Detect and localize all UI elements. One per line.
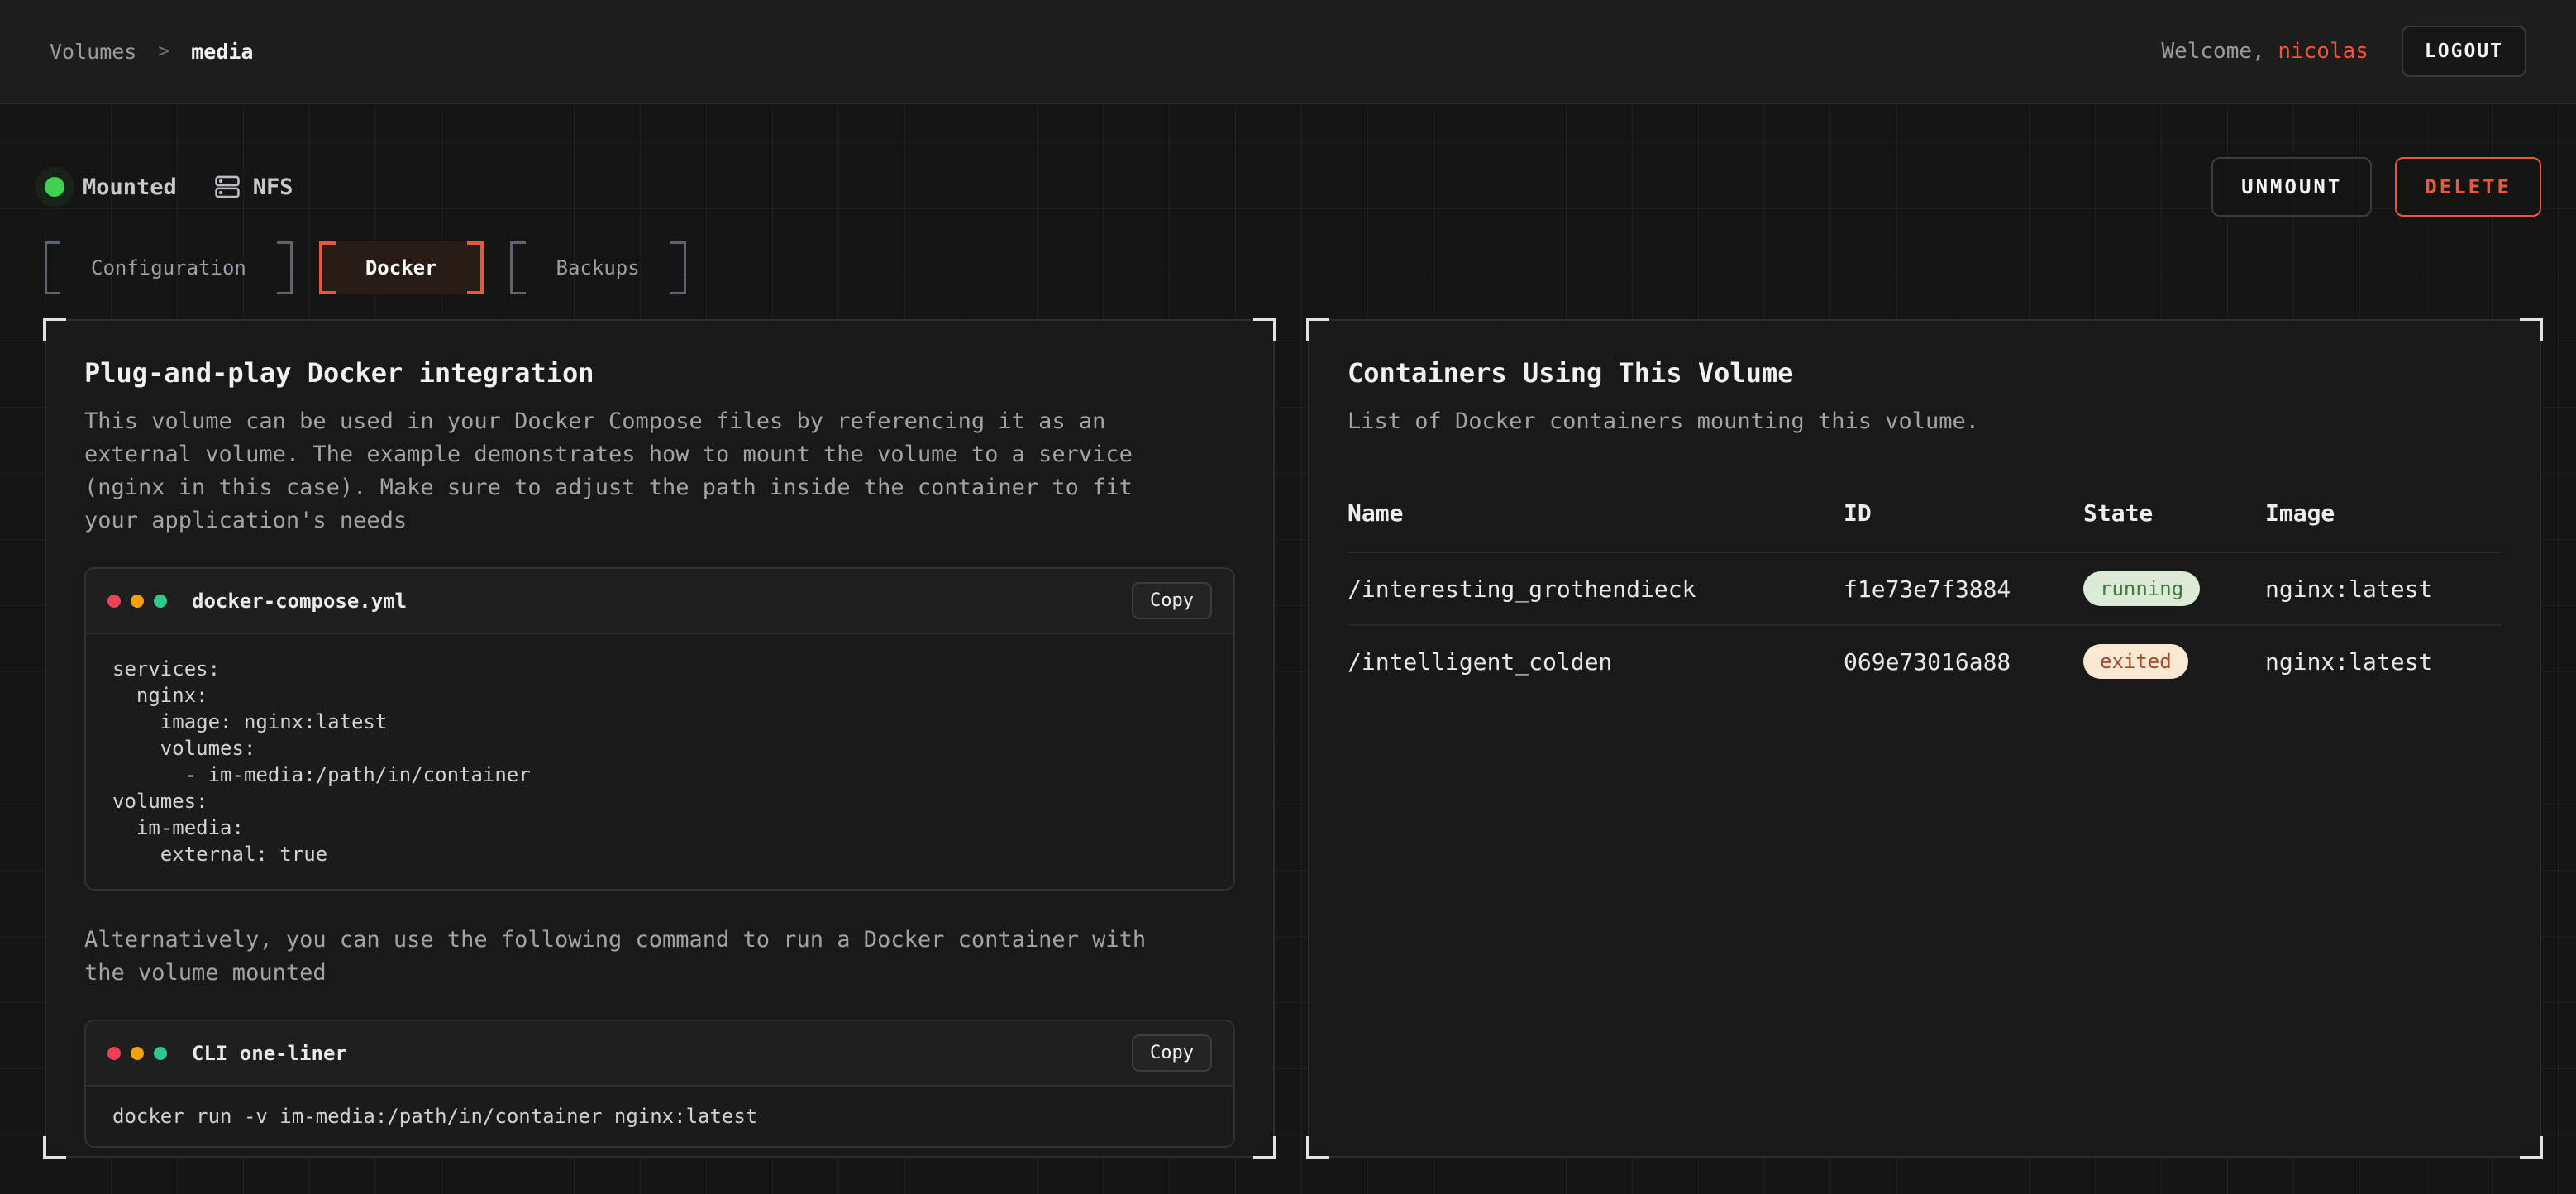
compose-code-header: docker-compose.yml Copy [86, 569, 1233, 634]
state-badge: exited [2083, 644, 2188, 679]
column-header-state: State [2083, 499, 2265, 527]
traffic-light-green-icon [154, 595, 167, 608]
corner-bracket-icon [43, 318, 66, 341]
cell-image: nginx:latest [2265, 576, 2502, 603]
topbar-right: Welcome, nicolas LOGOUT [2161, 26, 2526, 77]
table-row: /intelligent_colden 069e73016a88 exited … [1348, 626, 2502, 697]
containers-panel-subtitle: List of Docker containers mounting this … [1348, 405, 2455, 438]
breadcrumb-current-volume: media [191, 40, 253, 64]
docker-integration-panel: Plug-and-play Docker integration This vo… [45, 319, 1275, 1158]
compose-code-block: docker-compose.yml Copy services: nginx:… [84, 567, 1235, 891]
tab-configuration[interactable]: Configuration [45, 241, 293, 294]
traffic-light-red-icon [107, 595, 121, 608]
breadcrumb-volumes-link[interactable]: Volumes [50, 40, 136, 64]
docker-panel-description: This volume can be used in your Docker C… [84, 405, 1192, 537]
volume-action-buttons: UNMOUNT DELETE [2211, 157, 2541, 217]
traffic-light-amber-icon [131, 1047, 144, 1060]
containers-panel: Containers Using This Volume List of Doc… [1308, 319, 2541, 1158]
welcome-text: Welcome, nicolas [2161, 39, 2368, 64]
username: nicolas [2278, 39, 2368, 64]
corner-bracket-icon [1253, 318, 1276, 341]
cli-code-text: docker run -v im-media:/path/in/containe… [112, 1103, 1207, 1130]
cli-copy-button[interactable]: Copy [1132, 1034, 1212, 1072]
cell-state: running [2083, 571, 2265, 606]
corner-bracket-icon [43, 1136, 66, 1159]
volume-status: Mounted NFS [45, 173, 293, 201]
cell-name: /intelligent_colden [1348, 648, 1844, 676]
main-content: Mounted NFS UNMOUNT DELETE Configuration… [0, 104, 2576, 1194]
tab-docker[interactable]: Docker [319, 241, 484, 294]
compose-filename: docker-compose.yml [192, 590, 407, 613]
cli-code-header: CLI one-liner Copy [86, 1021, 1233, 1087]
cell-id: f1e73e7f3884 [1844, 576, 2083, 603]
compose-code-body: services: nginx: image: nginx:latest vol… [86, 634, 1233, 889]
column-header-id: ID [1844, 499, 2083, 527]
cli-code-body: docker run -v im-media:/path/in/containe… [86, 1087, 1233, 1146]
containers-panel-title: Containers Using This Volume [1348, 357, 2502, 389]
traffic-light-green-icon [154, 1047, 167, 1060]
containers-table: Name ID State Image /interesting_grothen… [1348, 480, 2502, 697]
logout-button[interactable]: LOGOUT [2402, 26, 2526, 77]
traffic-light-amber-icon [131, 595, 144, 608]
compose-code-text: services: nginx: image: nginx:latest vol… [112, 656, 1207, 867]
cell-name: /interesting_grothendieck [1348, 576, 1844, 603]
docker-panel-title: Plug-and-play Docker integration [84, 357, 1235, 389]
panels: Plug-and-play Docker integration This vo… [45, 319, 2541, 1158]
volume-driver: NFS [213, 173, 293, 201]
delete-button[interactable]: DELETE [2395, 157, 2541, 217]
state-badge: running [2083, 571, 2200, 606]
driver-label: NFS [253, 174, 293, 200]
tab-backups[interactable]: Backups [510, 241, 686, 294]
cli-description: Alternatively, you can use the following… [84, 924, 1192, 990]
cli-filename: CLI one-liner [192, 1042, 347, 1065]
column-header-name: Name [1348, 499, 1844, 527]
cli-code-block: CLI one-liner Copy docker run -v im-medi… [84, 1020, 1235, 1148]
mounted-status-label: Mounted [83, 174, 177, 200]
tab-bar: Configuration Docker Backups [45, 241, 2541, 294]
topbar: Volumes > media Welcome, nicolas LOGOUT [0, 0, 2576, 104]
containers-table-header: Name ID State Image [1348, 480, 2502, 553]
corner-bracket-icon [2520, 1136, 2543, 1159]
breadcrumb-separator-icon: > [158, 41, 169, 62]
column-header-image: Image [2265, 499, 2502, 527]
corner-bracket-icon [1253, 1136, 1276, 1159]
compose-copy-button[interactable]: Copy [1132, 582, 1212, 619]
corner-bracket-icon [1306, 1136, 1329, 1159]
cell-image: nginx:latest [2265, 648, 2502, 676]
table-row: /interesting_grothendieck f1e73e7f3884 r… [1348, 553, 2502, 626]
cell-id: 069e73016a88 [1844, 648, 2083, 676]
containers-table-body: /interesting_grothendieck f1e73e7f3884 r… [1348, 553, 2502, 697]
mounted-status: Mounted [45, 174, 177, 200]
volume-status-row: Mounted NFS UNMOUNT DELETE [45, 104, 2541, 217]
corner-bracket-icon [2520, 318, 2543, 341]
corner-bracket-icon [1306, 318, 1329, 341]
welcome-prefix: Welcome, [2161, 39, 2278, 64]
unmount-button[interactable]: UNMOUNT [2211, 157, 2372, 217]
mounted-status-dot-icon [45, 177, 64, 197]
breadcrumb: Volumes > media [50, 40, 253, 64]
traffic-light-red-icon [107, 1047, 121, 1060]
cell-state: exited [2083, 644, 2265, 679]
server-stack-icon [213, 173, 241, 201]
